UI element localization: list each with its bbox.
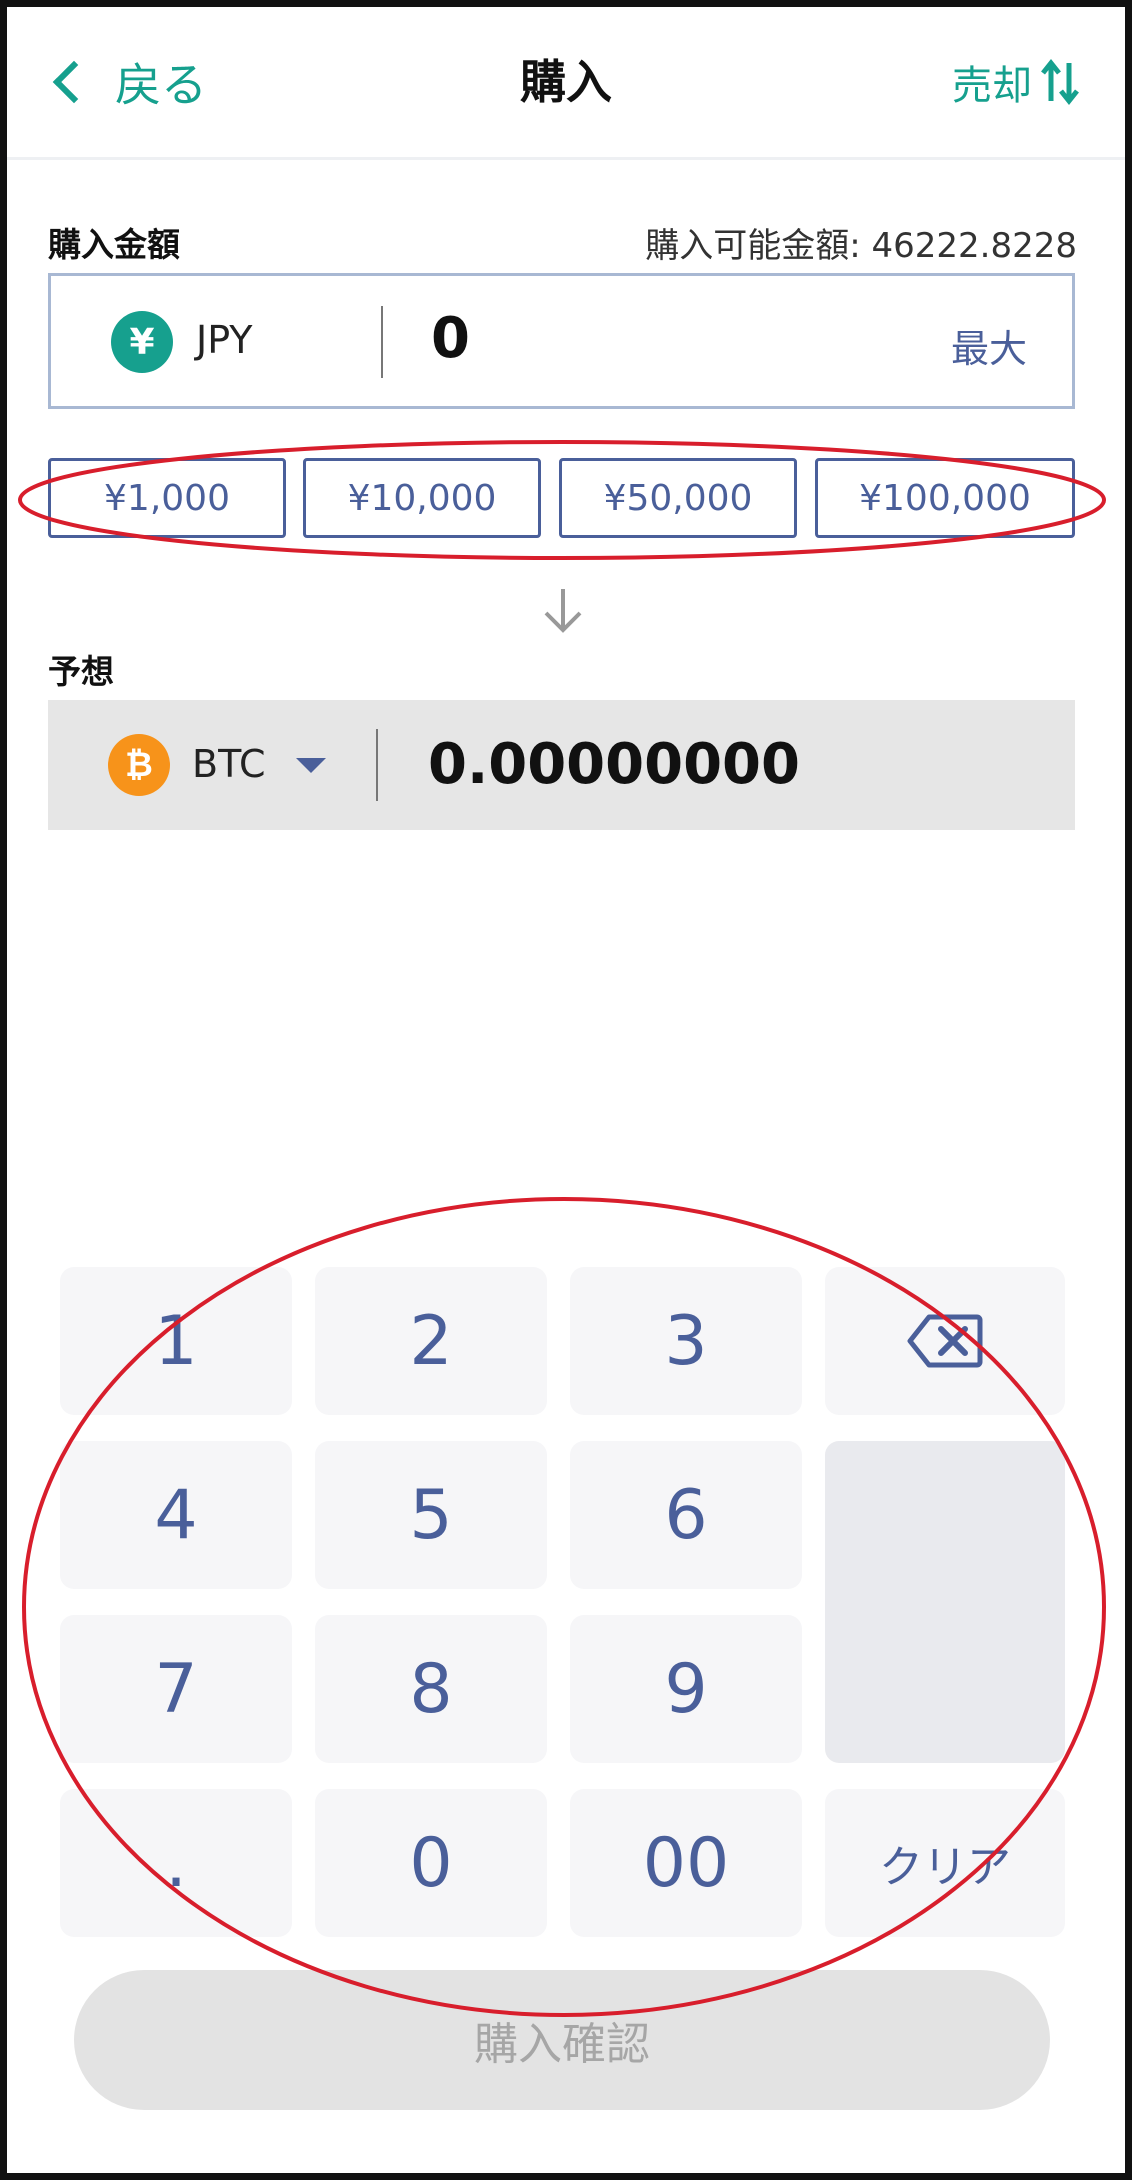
- key-4[interactable]: 4: [60, 1441, 292, 1589]
- currency-code-jpy: JPY: [196, 318, 253, 362]
- key-decimal[interactable]: .: [60, 1789, 292, 1937]
- key-6[interactable]: 6: [570, 1441, 802, 1589]
- key-3[interactable]: 3: [570, 1267, 802, 1415]
- key-2[interactable]: 2: [315, 1267, 547, 1415]
- max-button[interactable]: 最大: [951, 318, 1027, 373]
- preset-100000-button[interactable]: ¥100,000: [815, 458, 1075, 538]
- estimate-box: ₿ BTC 0.00000000: [48, 700, 1075, 830]
- top-bar: 戻る 購入 売却: [7, 7, 1125, 160]
- backspace-icon: [907, 1314, 983, 1368]
- yen-icon: ¥: [111, 311, 173, 373]
- preset-amounts: ¥1,000 ¥10,000 ¥50,000 ¥100,000: [48, 458, 1075, 538]
- confirm-purchase-button[interactable]: 購入確認: [74, 1970, 1050, 2110]
- key-00[interactable]: 00: [570, 1789, 802, 1937]
- key-8[interactable]: 8: [315, 1615, 547, 1763]
- key-0[interactable]: 0: [315, 1789, 547, 1937]
- key-5[interactable]: 5: [315, 1441, 547, 1589]
- amount-label: 購入金額: [48, 225, 180, 264]
- divider: [376, 729, 378, 801]
- swap-arrows-icon: [1041, 58, 1079, 106]
- preset-1000-button[interactable]: ¥1,000: [48, 458, 286, 538]
- currency-code-btc[interactable]: BTC: [192, 742, 266, 786]
- amount-input-box[interactable]: ¥ JPY 0 最大: [48, 273, 1075, 409]
- estimate-label: 予想: [48, 652, 114, 691]
- preset-50000-button[interactable]: ¥50,000: [559, 458, 797, 538]
- sell-switch-button[interactable]: 売却: [952, 47, 1080, 117]
- amount-value: 0: [431, 306, 470, 371]
- clear-key[interactable]: クリア: [825, 1789, 1065, 1937]
- dropdown-caret-icon[interactable]: [296, 758, 326, 773]
- arrow-down-icon: [544, 589, 582, 633]
- key-1[interactable]: 1: [60, 1267, 292, 1415]
- backspace-key[interactable]: [825, 1267, 1065, 1415]
- available-amount: 購入可能金額: 46222.8228: [645, 226, 1077, 266]
- divider: [381, 306, 383, 378]
- bitcoin-icon: ₿: [108, 734, 170, 796]
- keypad-blank-key: [825, 1441, 1065, 1763]
- estimate-value: 0.00000000: [428, 732, 800, 797]
- preset-10000-button[interactable]: ¥10,000: [303, 458, 541, 538]
- sell-label: 売却: [952, 63, 1032, 109]
- key-7[interactable]: 7: [60, 1615, 292, 1763]
- key-9[interactable]: 9: [570, 1615, 802, 1763]
